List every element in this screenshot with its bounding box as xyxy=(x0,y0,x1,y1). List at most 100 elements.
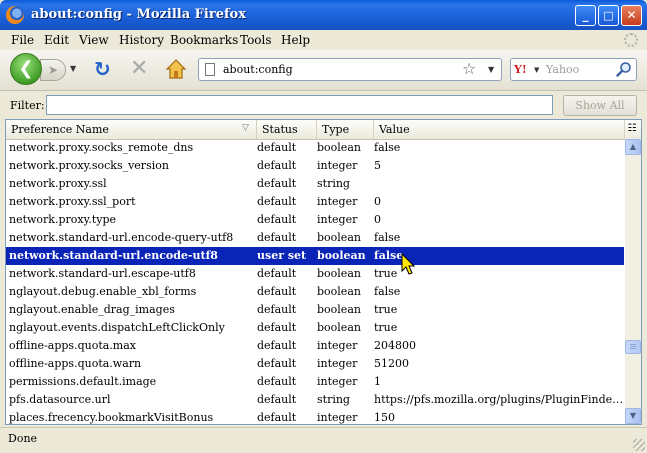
scroll-up-button[interactable]: ▲ xyxy=(625,139,641,155)
pref-type: boolean xyxy=(317,303,361,316)
search-input[interactable]: Yahoo xyxy=(546,63,579,76)
pref-status: default xyxy=(257,393,297,406)
table-row[interactable]: network.proxy.ssl_port default integer 0 xyxy=(6,193,624,211)
url-dropdown-icon[interactable]: ▼ xyxy=(488,65,494,74)
pref-type: integer xyxy=(317,411,358,424)
throbber-icon xyxy=(624,33,638,47)
table-row[interactable]: nglayout.enable_drag_images default boolea… xyxy=(6,301,624,319)
scroll-down-button[interactable]: ▼ xyxy=(625,408,641,424)
menu-file[interactable]: File xyxy=(11,33,34,47)
forward-button[interactable]: ➤ xyxy=(40,59,66,81)
pref-value: 1 xyxy=(374,375,381,388)
menu-bookmarks[interactable]: Bookmarks xyxy=(170,33,238,47)
search-engine-dropdown-icon[interactable]: ▼ xyxy=(534,66,539,74)
search-bar[interactable]: Y! ▼ Yahoo xyxy=(510,58,637,81)
pref-name: network.proxy.ssl xyxy=(9,177,107,190)
pref-name: network.proxy.socks_version xyxy=(9,159,169,172)
back-button[interactable]: ❮ xyxy=(10,53,42,85)
table-row[interactable]: network.standard-url.encode-utf8 user set… xyxy=(6,247,624,265)
table-row[interactable]: network.standard-url.encode-query-utf8 de… xyxy=(6,229,624,247)
pref-status: default xyxy=(257,357,297,370)
status-text: Done xyxy=(8,432,38,445)
pref-type: integer xyxy=(317,159,358,172)
menu-view[interactable]: View xyxy=(79,33,109,47)
pref-value: 5 xyxy=(374,159,381,172)
table-row[interactable]: offline-apps.quota.max default integer 2048… xyxy=(6,337,624,355)
pref-name: nglayout.enable_drag_images xyxy=(9,303,175,316)
pref-value: 0 xyxy=(374,213,381,226)
menu-edit[interactable]: Edit xyxy=(44,33,69,47)
pref-name: network.standard-url.encode-query-utf8 xyxy=(9,231,234,244)
table-row[interactable]: pfs.datasource.url default string https://p… xyxy=(6,391,624,409)
column-type[interactable]: Type xyxy=(317,120,374,139)
pref-value: false xyxy=(374,141,401,154)
menu-help[interactable]: Help xyxy=(281,33,310,47)
column-value[interactable]: Value xyxy=(374,120,625,139)
column-preference-name[interactable]: Preference Name xyxy=(6,120,257,139)
table-row[interactable]: network.proxy.ssl default string xyxy=(6,175,624,193)
pref-status: default xyxy=(257,303,297,316)
table-row[interactable]: offline-apps.quota.warn default integer 512… xyxy=(6,355,624,373)
url-bar[interactable]: about:config ☆ ▼ xyxy=(198,58,502,81)
stop-icon[interactable]: ✕ xyxy=(130,57,148,81)
table-row[interactable]: permissions.default.image default integer 1 xyxy=(6,373,624,391)
pref-status: default xyxy=(257,267,297,280)
table-row[interactable]: network.proxy.type default integer 0 xyxy=(6,211,624,229)
pref-type: integer xyxy=(317,195,358,208)
pref-status: default xyxy=(257,411,297,424)
table-row[interactable]: nglayout.events.dispatchLeftClickOnly def… xyxy=(6,319,624,337)
pref-value: https://pfs.mozilla.org/plugins/PluginFi… xyxy=(374,393,624,406)
reload-icon[interactable]: ↻ xyxy=(94,58,111,80)
filter-input[interactable] xyxy=(46,95,553,115)
pref-value: true xyxy=(374,303,398,316)
column-picker-icon[interactable]: ☷ xyxy=(625,122,639,136)
pref-name: network.standard-url.encode-utf8 xyxy=(9,249,218,262)
table-body: network.proxy.socks_remote_dnsdefault boo… xyxy=(6,139,624,424)
url-input[interactable]: about:config xyxy=(223,63,293,76)
table-row[interactable]: network.proxy.socks_version default intege… xyxy=(6,157,624,175)
pref-status: default xyxy=(257,213,297,226)
pref-status: default xyxy=(257,195,297,208)
search-icon[interactable] xyxy=(616,61,632,77)
menu-tools[interactable]: Tools xyxy=(240,33,272,47)
title-bar[interactable]: about:config - Mozilla Firefox _ □ ✕ xyxy=(0,0,647,30)
preferences-tree: Preference Name ▽ Status Type Value ☷ ne… xyxy=(5,119,642,425)
pref-name: network.proxy.socks_remote_dns xyxy=(9,141,194,154)
table-row[interactable]: network.proxy.socks_remote_dns default boo… xyxy=(6,139,624,157)
close-button[interactable]: ✕ xyxy=(621,5,642,26)
minimize-button[interactable]: _ xyxy=(575,5,596,26)
scroll-thumb[interactable] xyxy=(625,340,641,354)
maximize-button[interactable]: □ xyxy=(598,5,619,26)
firefox-window: about:config - Mozilla Firefox _ □ ✕ Fil… xyxy=(0,0,647,453)
pref-type: integer xyxy=(317,357,358,370)
table-row[interactable]: nglayout.debug.enable_xbl_forms default bo… xyxy=(6,283,624,301)
pref-type: boolean xyxy=(317,267,361,280)
pref-value: false xyxy=(374,231,401,244)
resize-grip-icon[interactable] xyxy=(633,439,645,451)
search-engine-icon[interactable]: Y! xyxy=(514,63,527,76)
pref-name: permissions.default.image xyxy=(9,375,157,388)
history-dropdown-icon[interactable]: ▼ xyxy=(70,64,76,73)
bookmark-star-icon[interactable]: ☆ xyxy=(462,60,476,78)
table-row[interactable]: network.standard-url.escape-utf8 default b… xyxy=(6,265,624,283)
pref-name: network.proxy.ssl_port xyxy=(9,195,136,208)
pref-status: default xyxy=(257,159,297,172)
sort-arrow-icon: ▽ xyxy=(242,123,249,133)
status-bar: Done xyxy=(0,427,647,453)
pref-status: user set xyxy=(257,249,307,262)
show-all-button[interactable]: Show All xyxy=(563,95,637,116)
pref-value: false xyxy=(374,285,401,298)
pref-type: boolean xyxy=(317,285,361,298)
pref-status: default xyxy=(257,285,297,298)
menu-history[interactable]: History xyxy=(119,33,164,47)
page-icon xyxy=(205,63,215,76)
vertical-scrollbar[interactable]: ▲ ▼ xyxy=(625,139,641,424)
filter-row: Filter: Show All xyxy=(0,91,647,119)
column-status[interactable]: Status xyxy=(257,120,317,139)
pref-type: string xyxy=(317,393,350,406)
pref-status: default xyxy=(257,375,297,388)
table-row[interactable]: places.frecency.bookmarkVisitBonus defaul… xyxy=(6,409,624,424)
home-icon[interactable] xyxy=(165,58,187,80)
pref-type: integer xyxy=(317,375,358,388)
pref-value: true xyxy=(374,321,398,334)
